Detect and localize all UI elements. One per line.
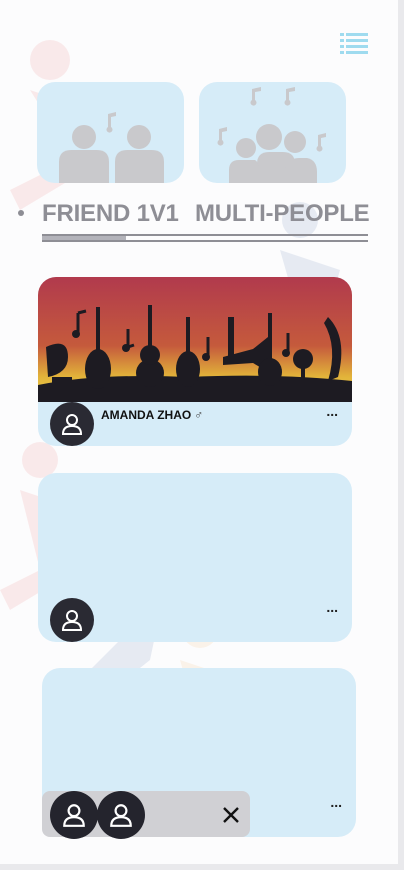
room-card[interactable]: ...	[38, 473, 352, 642]
mode-tabs: FRIEND 1V1 MULTI-PEOPLE	[16, 198, 376, 248]
menu-icon	[340, 33, 368, 54]
friend-1v1-mode-card[interactable]	[37, 82, 184, 183]
group-music-icon	[217, 87, 326, 183]
floating-call-bar[interactable]	[42, 791, 250, 839]
close-button[interactable]	[220, 804, 242, 826]
tab-bullet	[18, 210, 24, 216]
two-people-music-icon	[59, 112, 164, 183]
user-avatar-icon	[110, 804, 132, 827]
room-card[interactable]: AMANDA ZHAO ♂ ...	[38, 277, 352, 446]
host-avatar[interactable]	[50, 598, 94, 642]
host-name-text: AMANDA ZHAO	[101, 408, 192, 422]
more-options-button[interactable]: ...	[326, 404, 338, 418]
host-name: AMANDA ZHAO ♂	[101, 408, 203, 422]
participant-avatar[interactable]	[97, 791, 145, 839]
app-screen: FRIEND 1V1 MULTI-PEOPLE AMANDA ZHAO ♂ ..…	[0, 0, 404, 870]
tab-friend-1v1[interactable]: FRIEND 1V1	[42, 200, 179, 228]
user-avatar-icon	[63, 804, 85, 827]
user-avatar-icon	[61, 610, 83, 631]
host-avatar[interactable]	[50, 402, 94, 446]
tab-underline-secondary	[42, 240, 368, 242]
multi-people-mode-card[interactable]	[199, 82, 346, 183]
participant-avatar[interactable]	[50, 791, 98, 839]
music-instruments-banner	[38, 277, 352, 402]
more-options-button[interactable]: ...	[330, 795, 342, 809]
gender-icon: ♂	[194, 408, 204, 422]
close-icon	[223, 807, 239, 823]
menu-button[interactable]	[340, 33, 368, 55]
more-options-button[interactable]: ...	[326, 600, 338, 614]
tab-multi-people[interactable]: MULTI-PEOPLE	[195, 200, 370, 228]
user-avatar-icon	[61, 414, 83, 435]
